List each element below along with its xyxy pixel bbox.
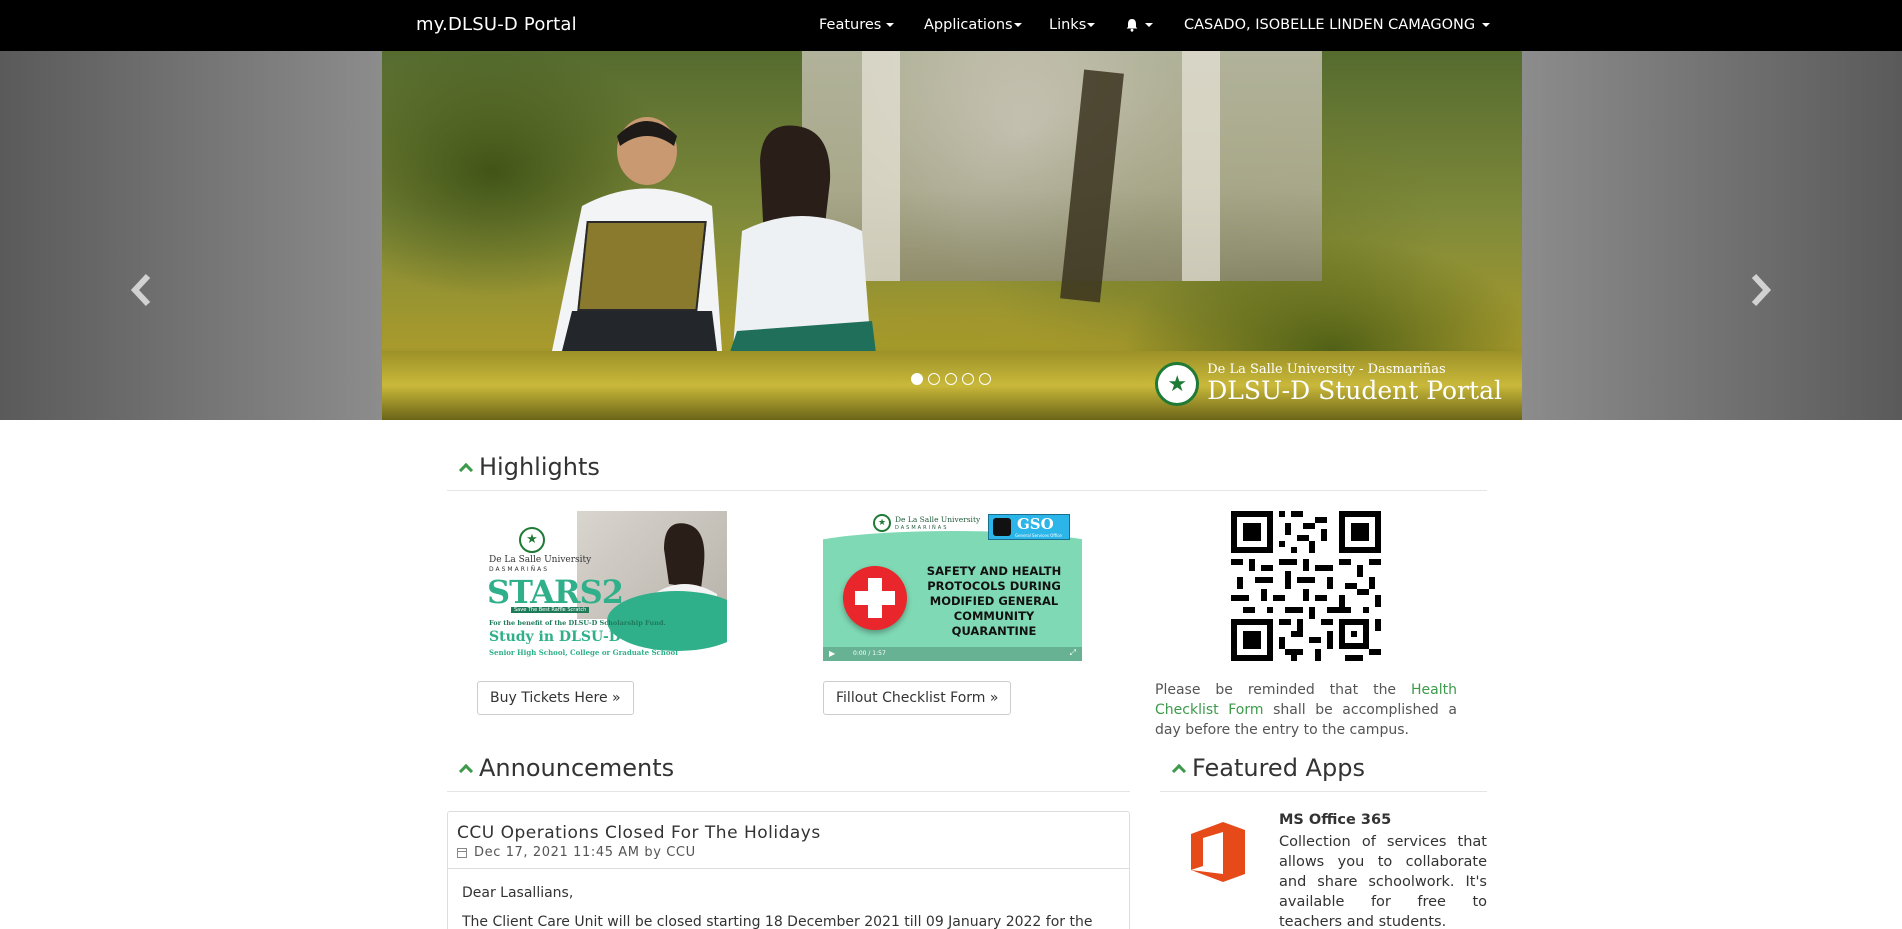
stars2-headline: Study in DLSU-D for free! xyxy=(489,629,691,645)
dlsud-seal-icon: ★ xyxy=(873,514,891,532)
fillout-checklist-button[interactable]: Fillout Checklist Form » xyxy=(823,681,1012,715)
announcement-date: Dec 17, 2021 11:45 AM by CCU xyxy=(474,845,696,860)
safety-headline: SAFETY AND HEALTH PROTOCOLS DURING MODIF… xyxy=(926,564,1062,638)
stars2-subtitle: Save The Best Raffle Scratch xyxy=(511,607,590,613)
laptop-image xyxy=(577,221,707,311)
video-time: 0:00 / 1:57 xyxy=(853,650,886,657)
highlights-divider xyxy=(447,490,1487,491)
highlights-heading[interactable]: Highlights xyxy=(458,453,600,481)
announcement-title[interactable]: CCU Operations Closed For The Holidays xyxy=(457,823,821,843)
announcements-title: Announcements xyxy=(479,754,675,782)
logo-portal-name: DLSU-D Student Portal xyxy=(1207,376,1502,405)
top-navbar: my.DLSU-D Portal Features Applications L… xyxy=(0,0,1902,51)
nav-features-label: Features xyxy=(819,17,882,33)
featured-apps-divider xyxy=(1160,791,1487,792)
announcements-divider xyxy=(447,791,1130,792)
caret-down-icon xyxy=(1482,23,1491,27)
chevron-up-icon xyxy=(458,763,474,779)
nav-links-dropdown[interactable]: Links xyxy=(1049,17,1096,33)
app-name[interactable]: MS Office 365 xyxy=(1279,812,1391,828)
fullscreen-icon[interactable]: ⤢ xyxy=(1070,648,1076,658)
carousel-dot[interactable] xyxy=(945,373,957,385)
chevron-right-icon xyxy=(1751,273,1772,307)
featured-apps-heading[interactable]: Featured Apps xyxy=(1171,754,1365,782)
dlsud-seal-icon: ★ xyxy=(519,527,545,553)
app-description: Collection of services that allows you t… xyxy=(1279,834,1487,929)
carousel-dot[interactable] xyxy=(962,373,974,385)
announcement-greeting: Dear Lasallians, xyxy=(462,885,574,901)
nav-applications-label: Applications xyxy=(924,17,1013,33)
stars2-raffle-banner[interactable]: ★ De La Salle University DASMARIÑAS STAR… xyxy=(477,511,727,661)
user-menu-dropdown[interactable]: CASADO, ISOBELLE LINDEN CAMAGONG xyxy=(1184,17,1491,33)
carousel-dot[interactable] xyxy=(928,373,940,385)
portal-logo: ★ De La Salle University - Dasmariñas DL… xyxy=(1155,362,1502,406)
caret-down-icon xyxy=(1087,23,1096,27)
user-name-label: CASADO, ISOBELLE LINDEN CAMAGONG xyxy=(1184,17,1476,33)
hero-carousel: ★ De La Salle University - Dasmariñas DL… xyxy=(0,51,1902,420)
highlights-title: Highlights xyxy=(479,453,600,481)
announcements-heading[interactable]: Announcements xyxy=(458,754,675,782)
brand-link[interactable]: my.DLSU-D Portal xyxy=(416,14,577,35)
notifications-dropdown[interactable] xyxy=(1125,17,1153,33)
calendar-icon xyxy=(457,847,467,858)
card2-campus: DASMARIÑAS xyxy=(895,525,949,531)
notice-text-before: Please be reminded that the xyxy=(1155,682,1412,698)
dlsud-seal-icon: ★ xyxy=(1155,362,1200,406)
card1-campus: DASMARIÑAS xyxy=(489,566,550,573)
carousel-indicators xyxy=(911,373,991,385)
carousel-dot[interactable] xyxy=(911,373,923,385)
announcement-body: The Client Care Unit will be closed star… xyxy=(462,914,1093,929)
carousel-dot[interactable] xyxy=(979,373,991,385)
safety-protocols-video[interactable]: ★ De La Salle University DASMARIÑAS GSO … xyxy=(823,511,1082,661)
buy-tickets-button[interactable]: Buy Tickets Here » xyxy=(477,681,634,715)
gso-logo: GSO General Services Office xyxy=(988,514,1070,540)
card2-university: De La Salle University xyxy=(895,515,981,524)
stars2-benefit: For the benefit of the DLSU-D Scholarshi… xyxy=(489,619,666,627)
student-figure-female xyxy=(727,125,877,361)
card1-university: De La Salle University xyxy=(489,555,592,565)
caret-down-icon xyxy=(1145,23,1153,27)
play-icon[interactable]: ▶ xyxy=(829,649,835,658)
carousel-next-arrow[interactable] xyxy=(1750,273,1772,316)
carousel-prev-arrow[interactable] xyxy=(130,273,152,316)
chevron-up-icon xyxy=(1171,763,1187,779)
logo-university-name: De La Salle University - Dasmariñas xyxy=(1207,362,1446,377)
bell-icon xyxy=(1126,19,1138,32)
office-365-icon[interactable] xyxy=(1189,820,1247,884)
stars2-title: STARS2 xyxy=(487,573,624,611)
chevron-up-icon xyxy=(458,462,474,478)
stars2-levels: Senior High School, College or Graduate … xyxy=(489,648,678,657)
nav-links-label: Links xyxy=(1049,17,1087,33)
health-checklist-notice: Please be reminded that the Health Check… xyxy=(1155,680,1457,740)
first-aid-icon xyxy=(843,566,907,630)
announcement-card: CCU Operations Closed For The Holidays D… xyxy=(447,811,1130,929)
caret-down-icon xyxy=(1013,23,1022,27)
video-controls[interactable]: ▶ 0:00 / 1:57 ⤢ xyxy=(823,647,1082,661)
caret-down-icon xyxy=(886,23,895,27)
chevron-left-icon xyxy=(130,273,151,307)
gso-sublabel: General Services Office xyxy=(1015,533,1062,538)
nav-features-dropdown[interactable]: Features xyxy=(819,17,895,33)
carousel-slide-image: ★ De La Salle University - Dasmariñas DL… xyxy=(382,51,1522,420)
nav-applications-dropdown[interactable]: Applications xyxy=(924,17,1022,33)
gso-label: GSO xyxy=(1017,515,1054,533)
announcement-meta: Dec 17, 2021 11:45 AM by CCU xyxy=(457,845,696,860)
qr-code xyxy=(1231,511,1381,661)
featured-apps-title: Featured Apps xyxy=(1192,754,1365,782)
